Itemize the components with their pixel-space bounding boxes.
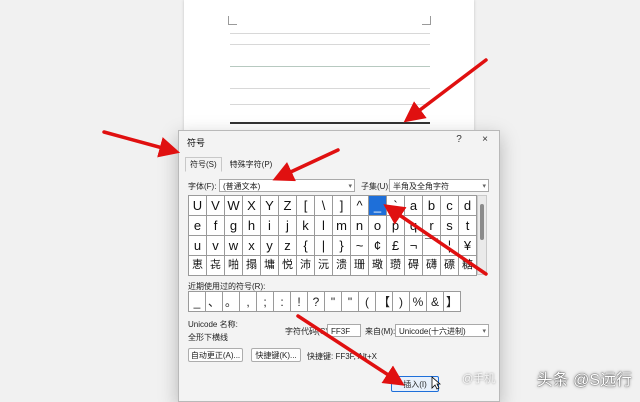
arrow-to-dialog-title xyxy=(102,130,181,158)
mouse-cursor-icon xyxy=(431,376,441,390)
arrow-to-font-select xyxy=(272,148,340,182)
arrow-to-underline xyxy=(403,58,488,123)
watermark: 头条 @S远行 xyxy=(536,372,632,389)
arrow-to-insert-button xyxy=(296,314,405,386)
arrow-to-selected-symbol xyxy=(383,204,488,276)
watermark-small: @手机 xyxy=(462,373,496,385)
annotation-arrows xyxy=(102,58,488,386)
